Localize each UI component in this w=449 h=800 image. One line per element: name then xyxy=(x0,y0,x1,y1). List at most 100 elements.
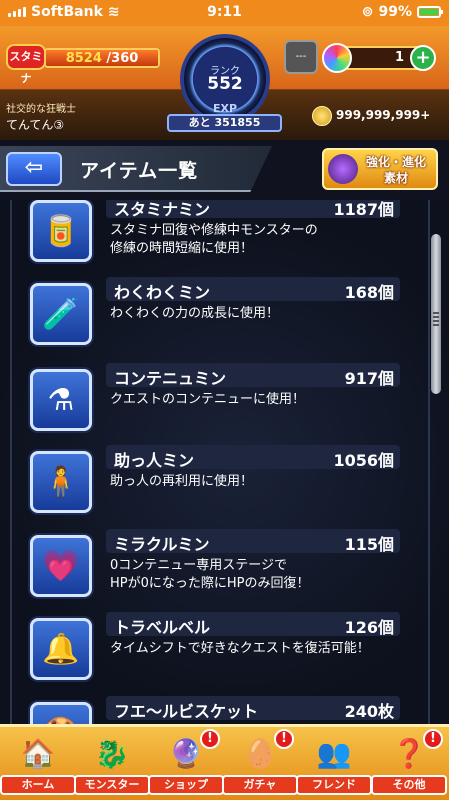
item-desc-line: 0コンテニュー専用ステージで xyxy=(110,558,288,573)
status-right: ⊚ 99% xyxy=(361,4,443,20)
nav-friend[interactable]: 👥 フレンド xyxy=(296,731,372,799)
item-description: タイムシフトで好きなクエストを復活可能！ xyxy=(110,640,404,658)
item-desc-line: 修練の時間短縮に使用！ xyxy=(110,241,254,256)
battery-icon xyxy=(417,6,443,18)
list-item[interactable]: 🔔 トラベルベル 126個 タイムシフトで好きなクエストを復活可能！ xyxy=(24,610,404,690)
game-header: スタミナ 8524 /360 ランク 552 EXP あと 351855 社交的… xyxy=(0,26,449,140)
evolve-label-line1: 強化・進化 xyxy=(365,155,426,169)
item-count: 168個 xyxy=(344,283,394,302)
nav-label: ホーム xyxy=(0,775,76,795)
nav-label: ガチャ xyxy=(222,775,298,795)
item-desc-line: スタミナ回復や修練中モンスターの xyxy=(110,223,318,238)
stamina-current: 8524 xyxy=(65,51,102,66)
notification-badge: ! xyxy=(274,729,294,749)
evolve-material-icon xyxy=(328,154,358,184)
coin-count: 999,999,999+ xyxy=(336,108,431,122)
nav-label: ショップ xyxy=(148,775,224,795)
item-header: 助っ人ミン 1056個 xyxy=(106,445,400,470)
can-icon: 🥫 xyxy=(30,200,92,262)
list-item[interactable]: ⚗ コンテニュミン 917個 クエストのコンテニューに使用！ xyxy=(24,361,404,441)
nav-other[interactable]: ❓ ! その他 xyxy=(371,729,447,799)
scrollbar[interactable] xyxy=(431,234,441,394)
orb-icon xyxy=(322,43,352,73)
item-count: 240枚 xyxy=(344,702,394,721)
add-orb-button[interactable]: + xyxy=(410,45,436,71)
back-arrow-icon: ⇦ xyxy=(24,155,44,180)
item-description: クエストのコンテニューに使用！ xyxy=(110,391,404,409)
item-name: スタミナミン xyxy=(114,200,211,219)
helper-icon: 🧍 xyxy=(30,451,92,513)
nav-label: フレンド xyxy=(296,775,372,795)
item-name: わくわくミン xyxy=(114,283,211,302)
exp-remaining: あと 351855 xyxy=(167,114,282,132)
item-header: ミラクルミン 115個 xyxy=(106,529,400,554)
nav-label: その他 xyxy=(371,775,447,795)
player-name: てんてん③ xyxy=(6,118,65,132)
item-name: フエ〜ルビスケット xyxy=(114,702,259,721)
back-button[interactable]: ⇦ xyxy=(6,152,62,186)
evolve-label-line2: 素材 xyxy=(383,171,408,185)
evolve-materials-button[interactable]: 強化・進化 素材 xyxy=(322,148,438,190)
item-count: 1056個 xyxy=(333,451,394,470)
bell-icon: 🔔 xyxy=(30,618,92,680)
item-header: トラベルベル 126個 xyxy=(106,612,400,637)
potion-icon: ⚗ xyxy=(30,369,92,431)
nav-label: モンスター xyxy=(74,775,150,795)
orb-bar[interactable]: 1 + xyxy=(322,43,436,73)
friends-icon: 👥 xyxy=(316,736,352,770)
evolve-button-label: 強化・進化 素材 xyxy=(360,154,432,186)
item-desc-line: タイムシフトで好きなクエストを復活可能！ xyxy=(110,641,370,656)
scroll-grip[interactable] xyxy=(433,312,439,326)
battery-percent: 99% xyxy=(378,4,412,20)
nav-gacha[interactable]: 🥚 ! ガチャ xyxy=(222,729,298,799)
rank-value: 552 xyxy=(207,74,243,94)
page-title: アイテム一覧 xyxy=(80,160,199,182)
item-description: わくわくの力の成長に使用！ xyxy=(110,305,404,323)
list-item[interactable]: 🧍 助っ人ミン 1056個 助っ人の再利用に使用！ xyxy=(24,443,404,523)
item-header: わくわくミン 168個 xyxy=(106,277,400,302)
item-description: 0コンテニュー専用ステージで HPが0になった際にHPのみ回復！ xyxy=(110,557,404,593)
item-desc-line: HPが0になった際にHPのみ回復！ xyxy=(110,576,310,591)
notification-badge: ! xyxy=(423,729,443,749)
item-header: スタミナミン 1187個 xyxy=(106,200,400,219)
item-name: ミラクルミン xyxy=(114,535,210,554)
stamina-bar[interactable]: 8524 /360 xyxy=(44,48,160,68)
biscuit-icon: 🍪 xyxy=(30,702,92,724)
rotation-lock-icon: ⊚ xyxy=(361,4,374,20)
monster-icon: 🐉 xyxy=(94,736,130,770)
item-list[interactable]: 🥫 スタミナミン 1187個 スタミナ回復や修練中モンスターの 修練の時間短縮に… xyxy=(0,200,449,724)
bottle-icon: 🧪 xyxy=(30,283,92,345)
item-header: フエ〜ルビスケット 240枚 xyxy=(106,696,400,721)
item-name: 助っ人ミン xyxy=(114,451,195,470)
item-name: コンテニュミン xyxy=(114,369,227,388)
item-desc-line: 助っ人の再利用に使用！ xyxy=(110,474,254,489)
coin-icon xyxy=(312,106,332,126)
notification-badge: ! xyxy=(200,729,220,749)
item-count: 917個 xyxy=(344,369,394,388)
nav-shop[interactable]: 🔮 ! ショップ xyxy=(148,729,224,799)
stamina-icon: スタミナ xyxy=(6,44,46,85)
helmet-icon[interactable]: --- xyxy=(284,40,318,74)
item-desc-line: わくわくの力の成長に使用！ xyxy=(110,306,280,321)
nav-monster[interactable]: 🐉 モンスター xyxy=(74,731,150,799)
item-count: 115個 xyxy=(344,535,394,554)
item-desc-line: クエストのコンテニューに使用！ xyxy=(110,392,306,407)
item-description: スタミナ回復や修練中モンスターの 修練の時間短縮に使用！ xyxy=(110,222,404,258)
stamina-max: /360 xyxy=(106,51,139,66)
heart-potion-icon: 💗 xyxy=(30,535,92,597)
item-count: 1187個 xyxy=(333,200,394,219)
item-name: トラベルベル xyxy=(114,618,211,637)
home-icon: 🏠 xyxy=(20,736,56,770)
title-bar: ⇦ アイテム一覧 強化・進化 素材 xyxy=(0,140,449,200)
item-description: 助っ人の再利用に使用！ xyxy=(110,473,404,491)
helmet-value: --- xyxy=(295,51,307,62)
status-bar: SoftBank ≋ 9:11 ⊚ 99% xyxy=(0,0,449,26)
list-item[interactable]: 🍪 フエ〜ルビスケット 240枚 xyxy=(24,694,404,724)
player-title: 社交的な狂戦士 xyxy=(6,104,76,115)
item-header: コンテニュミン 917個 xyxy=(106,363,400,388)
list-item[interactable]: 🥫 スタミナミン 1187個 スタミナ回復や修練中モンスターの 修練の時間短縮に… xyxy=(24,200,404,272)
list-item[interactable]: 💗 ミラクルミン 115個 0コンテニュー専用ステージで HPが0になった際にH… xyxy=(24,527,404,607)
list-item[interactable]: 🧪 わくわくミン 168個 わくわくの力の成長に使用！ xyxy=(24,275,404,355)
stamina-text: 8524 /360 xyxy=(46,51,158,66)
nav-home[interactable]: 🏠 ホーム xyxy=(0,731,76,799)
